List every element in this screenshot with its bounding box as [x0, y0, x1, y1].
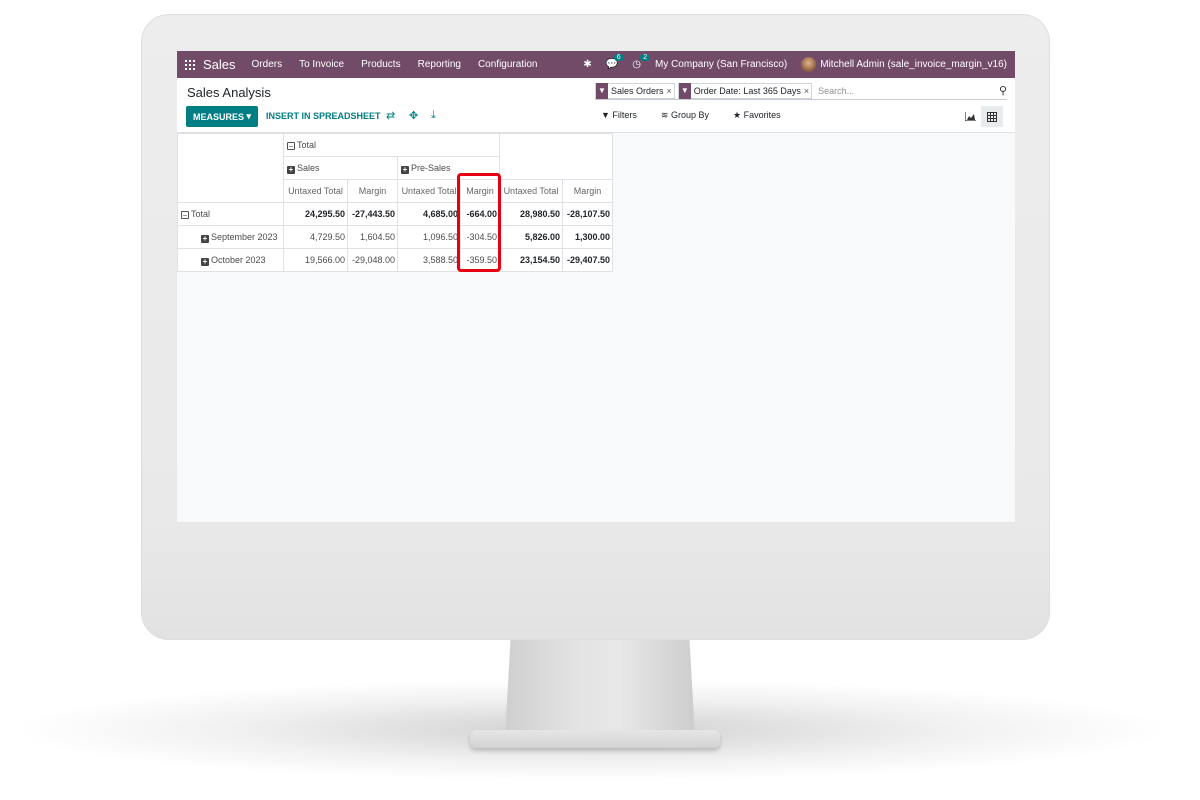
- control-panel: Sales Analysis MEASURES ▾ INSERT IN SPRE…: [177, 78, 1015, 133]
- favorites-button[interactable]: ★ Favorites: [733, 110, 793, 121]
- graph-view-icon[interactable]: [959, 106, 981, 127]
- filter-facet-icon: ▼: [678, 82, 691, 99]
- flip-axis-icon[interactable]: ⇄: [386, 109, 395, 122]
- remove-facet-icon[interactable]: ×: [804, 86, 811, 96]
- measure-header[interactable]: Untaxed Total: [397, 179, 461, 203]
- measure-header[interactable]: Margin: [562, 179, 613, 203]
- user-avatar[interactable]: [801, 57, 817, 72]
- measures-label: MEASURES: [192, 111, 244, 122]
- pivot-cell[interactable]: 23,154.50: [499, 248, 563, 272]
- favorites-label: Favorites: [743, 110, 781, 120]
- search-options: ▼ Filters ≋ Group By ★ Favorites: [601, 110, 805, 121]
- pivot-view-icon[interactable]: [981, 106, 1003, 127]
- pivot-cell[interactable]: 4,729.50: [283, 225, 348, 249]
- measure-header[interactable]: Untaxed Total: [283, 179, 348, 203]
- filters-label: Filters: [612, 110, 637, 120]
- group-by-label: Group By: [670, 110, 709, 120]
- pivot-cell[interactable]: 5,826.00: [499, 225, 563, 249]
- pivot-cell[interactable]: 19,566.00: [283, 248, 348, 272]
- col-header-pre-sales-label: Pre-Sales: [411, 162, 451, 173]
- filter-facet-icon: ▼: [596, 82, 608, 99]
- search-icon[interactable]: ⚲: [999, 84, 1007, 97]
- facet-sales-orders: ▼ Sales Orders ×: [595, 82, 675, 99]
- row-header-label: Total: [191, 209, 211, 219]
- pivot-cell[interactable]: 24,295.50: [283, 202, 348, 226]
- col-header-total-label: Total: [297, 140, 317, 150]
- table-row: + September 2023 4,729.50 1,604.50 1,096.…: [177, 225, 613, 249]
- activities-clock-icon[interactable]: ◷ 2: [632, 54, 651, 70]
- monitor-stand-base: [470, 730, 720, 748]
- search-bar: ▼ Sales Orders × ▼ Order Date: Last 365 …: [595, 82, 1007, 100]
- col-header-total[interactable]: − Total: [283, 133, 500, 157]
- facet-label: Sales Orders: [611, 85, 664, 96]
- pivot-cell[interactable]: 1,096.50: [397, 225, 461, 249]
- insert-in-spreadsheet-button[interactable]: INSERT IN SPREADSHEET: [266, 111, 381, 121]
- apps-menu-icon[interactable]: [177, 51, 203, 78]
- menu-to-invoice[interactable]: To Invoice: [299, 59, 344, 70]
- pivot-table: − Total + Sales + Pre-Sales Untaxed Total M…: [177, 133, 613, 272]
- menu-products[interactable]: Products: [361, 59, 400, 70]
- app-name[interactable]: Sales: [203, 57, 236, 72]
- menu-configuration[interactable]: Configuration: [478, 59, 537, 70]
- pivot-corner: [177, 133, 284, 203]
- measure-header[interactable]: Untaxed Total: [499, 179, 563, 203]
- total-col-spacer: [499, 133, 613, 180]
- company-switcher[interactable]: My Company (San Francisco): [655, 59, 787, 70]
- table-row: − Total 24,295.50 -27,443.50 4,685.00 -66…: [177, 202, 613, 226]
- messages-badge: 6: [613, 54, 624, 61]
- menu-orders[interactable]: Orders: [252, 59, 283, 70]
- margin-highlight-box: [457, 173, 501, 272]
- group-by-button[interactable]: ≋ Group By: [661, 110, 721, 121]
- screen: Sales Orders To Invoice Products Reporti…: [177, 51, 1015, 522]
- row-header-label: October 2023: [211, 254, 266, 265]
- pivot-cell[interactable]: -28,107.50: [562, 202, 613, 226]
- collapse-icon: −: [287, 142, 295, 151]
- remove-facet-icon[interactable]: ×: [667, 86, 674, 96]
- expand-icon: +: [401, 164, 409, 174]
- facet-label: Order Date: Last 365 Days: [693, 85, 801, 96]
- expand-icon: +: [201, 256, 209, 266]
- pivot-cell[interactable]: 1,604.50: [347, 225, 398, 249]
- download-icon[interactable]: ⤓: [431, 109, 436, 122]
- menu-reporting[interactable]: Reporting: [418, 59, 461, 70]
- row-header-total[interactable]: − Total: [177, 202, 284, 226]
- pivot-cell[interactable]: -29,048.00: [347, 248, 398, 272]
- pivot-cell[interactable]: 28,980.50: [499, 202, 563, 226]
- row-header-october[interactable]: + October 2023: [177, 248, 284, 272]
- pivot-cell[interactable]: -27,443.50: [347, 202, 398, 226]
- col-header-sales[interactable]: + Sales: [283, 156, 398, 180]
- view-switcher: [959, 106, 1003, 127]
- collapse-icon: −: [181, 211, 189, 220]
- pivot-cell[interactable]: -29,407.50: [562, 248, 613, 272]
- debug-bug-icon[interactable]: ✱: [583, 59, 591, 70]
- search-input[interactable]: Search...: [815, 86, 999, 96]
- activities-badge: 2: [640, 54, 651, 61]
- expand-icon: +: [287, 164, 295, 174]
- measures-button[interactable]: MEASURES ▾: [186, 106, 258, 127]
- pivot-cell[interactable]: 3,588.50: [397, 248, 461, 272]
- messages-icon[interactable]: 💬 6: [606, 54, 624, 70]
- user-menu[interactable]: Mitchell Admin (sale_invoice_margin_v16): [820, 59, 1007, 70]
- row-header-september[interactable]: + September 2023: [177, 225, 284, 249]
- page-title: Sales Analysis: [187, 85, 271, 100]
- row-header-label: September 2023: [211, 231, 278, 242]
- table-row: + October 2023 19,566.00 -29,048.00 3,588…: [177, 248, 613, 272]
- facet-order-date: ▼ Order Date: Last 365 Days ×: [677, 82, 813, 99]
- monitor-stand-neck: [505, 636, 695, 736]
- top-navbar: Sales Orders To Invoice Products Reporti…: [177, 51, 1015, 78]
- expand-all-icon[interactable]: ✥: [409, 109, 418, 122]
- col-header-sales-label: Sales: [297, 162, 320, 173]
- filters-button[interactable]: ▼ Filters: [601, 110, 649, 121]
- pivot-cell[interactable]: 1,300.00: [562, 225, 613, 249]
- expand-icon: +: [201, 233, 209, 243]
- pivot-cell[interactable]: 4,685.00: [397, 202, 461, 226]
- measure-header[interactable]: Margin: [347, 179, 398, 203]
